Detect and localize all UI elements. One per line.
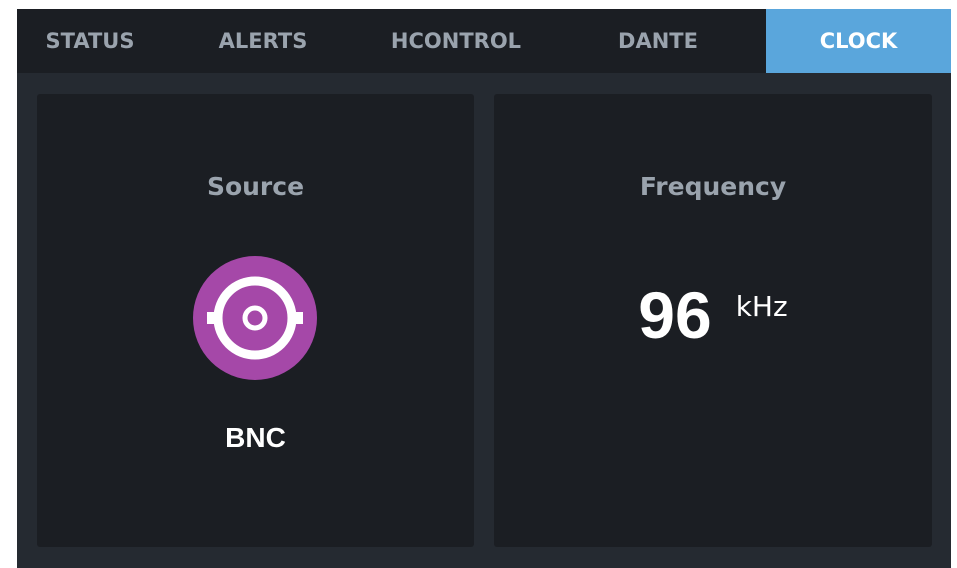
tab-bar: STATUS ALERTS HCONTROL DANTE CLOCK bbox=[17, 9, 951, 73]
tab-alerts[interactable]: ALERTS bbox=[163, 9, 363, 73]
tab-hcontrol[interactable]: HCONTROL bbox=[363, 9, 549, 73]
tab-clock[interactable]: CLOCK bbox=[766, 9, 951, 73]
frequency-value: 96 bbox=[638, 278, 712, 352]
frequency-panel[interactable]: Frequency 96 kHz bbox=[494, 94, 932, 547]
frequency-title: Frequency bbox=[639, 172, 787, 201]
frequency-readout: 96 kHz bbox=[494, 282, 932, 348]
frequency-unit: kHz bbox=[735, 290, 788, 323]
clock-screen: STATUS ALERTS HCONTROL DANTE CLOCK Sourc… bbox=[17, 9, 951, 568]
source-title: Source bbox=[206, 172, 305, 201]
bnc-connector-icon bbox=[193, 256, 317, 380]
source-value: BNC bbox=[225, 422, 286, 453]
source-panel[interactable]: Source BNC bbox=[37, 94, 474, 547]
tab-status[interactable]: STATUS bbox=[17, 9, 163, 73]
tab-dante[interactable]: DANTE bbox=[549, 9, 767, 73]
